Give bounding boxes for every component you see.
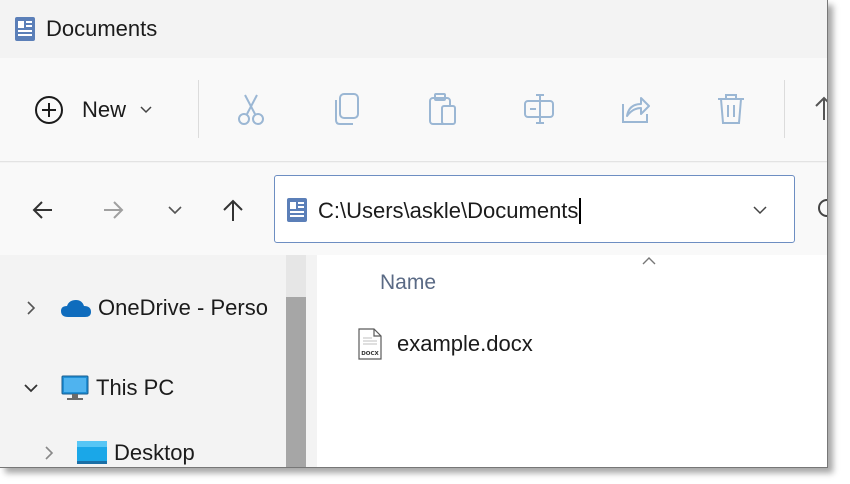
- column-header-name[interactable]: Name: [380, 271, 436, 295]
- computer-monitor-icon: [61, 375, 89, 400]
- chevron-down-icon[interactable]: [753, 206, 767, 215]
- new-button[interactable]: New: [34, 88, 174, 132]
- desktop-folder-icon: [77, 441, 107, 464]
- navigation-bar: C:\Users\askle\Documents: [0, 163, 828, 255]
- docx-file-icon: DOCX: [358, 328, 382, 360]
- chevron-right-icon[interactable]: [24, 301, 38, 315]
- documents-folder-icon: [15, 17, 35, 41]
- delete-icon[interactable]: [715, 92, 747, 126]
- window-title: Documents: [46, 16, 158, 41]
- docx-badge-text: DOCX: [361, 351, 379, 357]
- tree-item-label: OneDrive - Perso: [98, 295, 268, 320]
- chevron-down-icon[interactable]: [24, 381, 38, 395]
- onedrive-cloud-icon: [61, 300, 91, 317]
- file-name: example.docx: [397, 331, 533, 356]
- forward-arrow-icon[interactable]: [100, 197, 126, 223]
- address-path-field[interactable]: C:\Users\askle\Documents: [318, 198, 581, 224]
- title-bar: Documents: [0, 0, 827, 58]
- text-caret: [579, 198, 581, 224]
- file-explorer-window: Documents New C:\Users\askle\Documents O…: [0, 0, 828, 468]
- sort-ascending-chevron-icon: [642, 257, 656, 265]
- recent-locations-chevron-icon[interactable]: [162, 197, 188, 223]
- file-list: Name DOCX example.docx: [317, 255, 827, 467]
- file-row[interactable]: DOCX example.docx: [357, 328, 533, 360]
- navigation-pane-scrollbar-thumb[interactable]: [286, 297, 306, 467]
- paste-icon[interactable]: [427, 92, 459, 126]
- tree-item-label: Desktop: [114, 440, 195, 465]
- back-arrow-icon[interactable]: [30, 197, 56, 223]
- chevron-down-icon: [140, 106, 152, 114]
- command-separator: [784, 80, 785, 138]
- tree-item-label: This PC: [96, 375, 175, 400]
- address-bar[interactable]: C:\Users\askle\Documents: [274, 175, 795, 243]
- plus-circle-icon: [35, 96, 63, 124]
- share-icon[interactable]: [619, 92, 651, 126]
- navigation-pane: OneDrive - Perso This PC Desktop: [0, 255, 306, 467]
- command-bar: New: [0, 58, 828, 162]
- rename-icon[interactable]: [523, 92, 555, 126]
- sort-icon[interactable]: [812, 92, 828, 126]
- copy-icon[interactable]: [331, 92, 363, 126]
- documents-folder-icon: [287, 198, 307, 222]
- address-path-text: C:\Users\askle\Documents: [318, 198, 579, 223]
- command-separator: [198, 80, 199, 138]
- new-button-label: New: [82, 97, 127, 122]
- tree-item-desktop[interactable]: Desktop: [42, 436, 195, 467]
- cut-icon[interactable]: [235, 92, 267, 126]
- search-icon[interactable]: [815, 197, 828, 221]
- tree-item-this-pc[interactable]: This PC: [24, 371, 174, 405]
- tree-item-onedrive[interactable]: OneDrive - Perso: [24, 291, 268, 325]
- up-arrow-icon[interactable]: [220, 197, 246, 223]
- chevron-right-icon[interactable]: [42, 446, 56, 460]
